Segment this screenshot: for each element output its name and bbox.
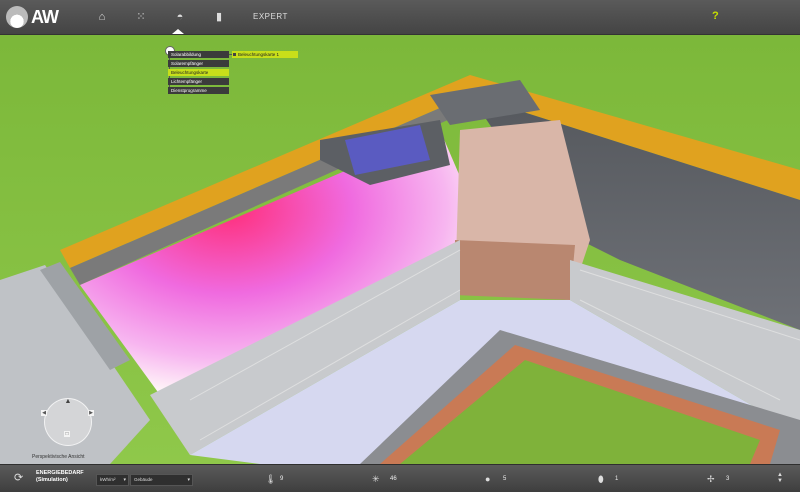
building-3d-viewport[interactable] bbox=[0, 35, 800, 464]
selected-lightmap-chip[interactable]: Beleuchtungskarte 1 bbox=[232, 51, 298, 58]
lighting-value: 5 bbox=[503, 476, 507, 482]
tree-item-beleuchtungskarte[interactable]: Beleuchtungskarte bbox=[168, 69, 229, 76]
zoom-icon[interactable]: □ bbox=[64, 431, 70, 437]
heating-value: 9 bbox=[280, 476, 284, 482]
ventilation-value: 3 bbox=[726, 476, 730, 482]
document-icon[interactable]: ▮ bbox=[213, 11, 225, 23]
active-tab-indicator bbox=[172, 29, 184, 34]
chevron-down-icon: ▾ bbox=[123, 477, 126, 483]
home-icon[interactable]: ⌂ bbox=[96, 11, 108, 23]
rotate-right-icon[interactable]: ▶ bbox=[88, 410, 94, 416]
rotate-left-icon[interactable]: ◀ bbox=[41, 410, 47, 416]
north-arrow-icon: ▲ bbox=[64, 398, 72, 405]
tree-item-lichtempfaenger[interactable]: Lichtempfänger bbox=[168, 78, 229, 85]
expert-button[interactable]: EXPERT bbox=[253, 12, 288, 21]
chevron-down-icon: ▾ bbox=[187, 477, 190, 483]
bulb-icon: ● bbox=[485, 474, 491, 484]
scope-select[interactable]: Gebäude ▾ bbox=[130, 474, 193, 486]
expand-toggle-icon[interactable]: ▲ ▼ bbox=[777, 472, 783, 484]
water-value: 1 bbox=[615, 476, 619, 482]
app-logo: AW bbox=[6, 5, 59, 29]
bottom-status-bar: ⟳ ENERGIEBEDARF (Simulation) kWh/m² ▾ Ge… bbox=[0, 464, 800, 492]
scope-select-value: Gebäude bbox=[134, 477, 153, 482]
dome-icon[interactable]: ◓ bbox=[174, 11, 186, 23]
fan-icon: ✢ bbox=[707, 474, 715, 484]
cooling-value: 46 bbox=[390, 476, 397, 482]
drop-icon: ⬮ bbox=[598, 474, 604, 484]
logo-mark-icon bbox=[6, 6, 28, 28]
tree-item-dienstprogramme[interactable]: Dienstprogramme bbox=[168, 87, 229, 94]
tree-item-solarabbildung[interactable]: Solarabbildung bbox=[168, 51, 229, 58]
sun-icon: ✳ bbox=[372, 474, 380, 484]
top-toolbar: AW ⌂ ⁙ ◓ ▮ EXPERT ? bbox=[0, 0, 800, 35]
help-button[interactable]: ? bbox=[712, 10, 719, 22]
view-mode-label: Perspektivische Ansicht bbox=[32, 454, 85, 460]
logo-text: AW bbox=[31, 6, 59, 27]
refresh-icon[interactable]: ⟳ bbox=[14, 472, 23, 484]
grid-icon[interactable]: ⁙ bbox=[135, 11, 147, 23]
tree-item-solarempfaenger[interactable]: Solarempfänger bbox=[168, 60, 229, 67]
thermometer-icon: 🌡 bbox=[265, 474, 277, 484]
unit-select-value: kWh/m² bbox=[100, 477, 116, 482]
unit-select[interactable]: kWh/m² ▾ bbox=[96, 474, 129, 486]
